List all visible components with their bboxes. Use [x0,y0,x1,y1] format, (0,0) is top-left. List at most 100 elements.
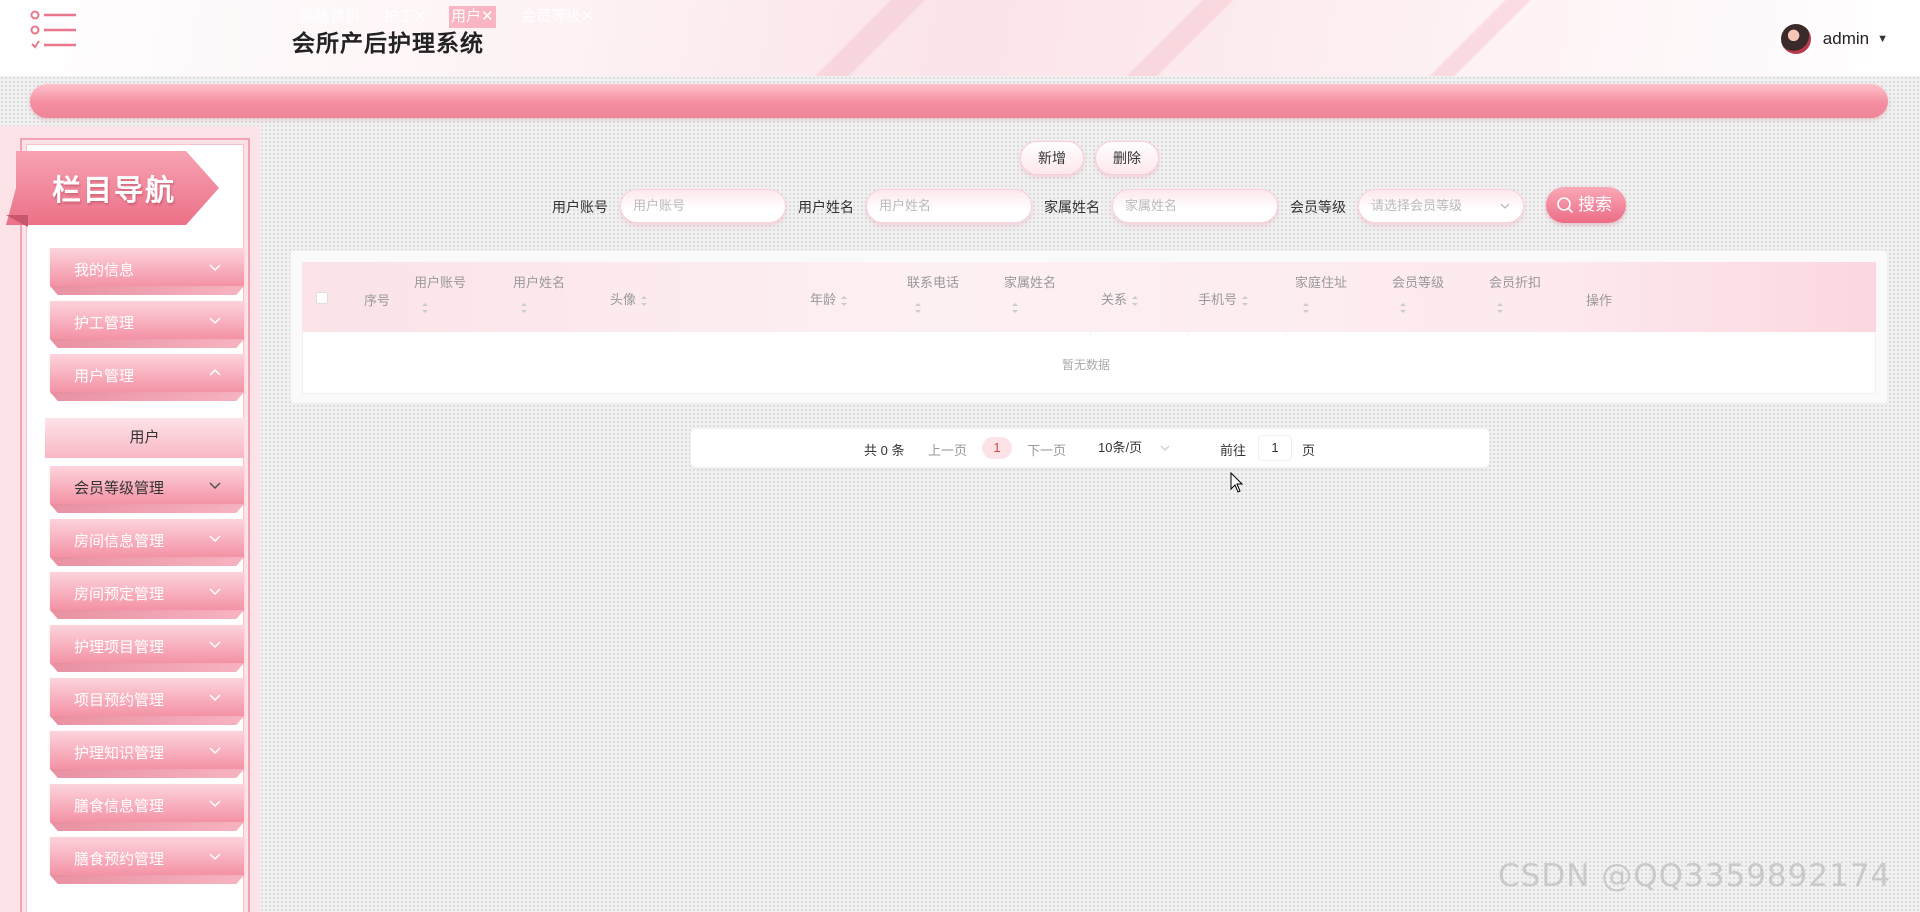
goto-page-input[interactable]: 1 [1258,435,1292,461]
column-header-relation[interactable]: 关系 [1101,289,1139,308]
header-decoration [720,0,1020,76]
sidebar-item-label: 护理项目管理 [74,639,165,656]
goto-label: 前往 [1220,443,1247,458]
sort-icon[interactable] [640,295,648,307]
sort-icon[interactable] [421,302,429,314]
menu-item-fold [50,339,244,348]
chevron-down-icon [209,853,221,861]
sidebar-item-label: 项目预约管理 [74,692,165,709]
page-unit-label: 页 [1302,443,1316,458]
prev-page-button[interactable]: 上一页 [928,440,967,459]
pagination-total: 共 0 条 [864,443,905,458]
header-decoration [1050,0,1310,76]
column-divider [1090,266,1091,336]
delete-button[interactable]: 删除 [1095,141,1159,175]
sidebar-item-project-booking-management[interactable]: 项目预约管理 [50,678,244,725]
menu-item-fold [50,822,244,831]
sidebar-item-user-management[interactable]: 用户管理 [50,354,244,401]
menu-item-fold [50,716,244,725]
column-divider [1286,266,1287,336]
search-button-label: 搜索 [1578,195,1612,214]
sort-icon[interactable] [520,302,528,314]
sidebar-item-room-booking-management[interactable]: 房间预定管理 [50,572,244,619]
sidebar-item-member-level-management[interactable]: 会员等级管理 [50,466,244,513]
sort-icon[interactable] [1011,302,1019,314]
sidebar-item-meal-info-management[interactable]: 膳食信息管理 [50,784,244,831]
header-decoration [1380,0,1580,76]
nav-title: 栏目导航 [52,175,177,207]
chevron-down-icon [209,747,221,755]
add-button[interactable]: 新增 [1020,141,1084,175]
chevron-down-icon [209,588,221,596]
sort-icon[interactable] [1302,302,1310,314]
sidebar-item-label: 膳食预约管理 [74,851,165,868]
sidebar-item-label: 我的信息 [74,262,135,279]
page-size-select[interactable]: 10条/页 [1092,434,1178,462]
column-header-actions: 操作 [1586,293,1613,308]
account-label: 用户账号 [552,199,608,215]
sidebar-item-label: 护工管理 [74,315,135,332]
account-search-input[interactable]: 用户账号 [620,189,786,223]
sort-icon[interactable] [1496,302,1504,314]
user-menu[interactable]: admin ▼ [1780,24,1888,54]
sort-icon[interactable] [840,295,848,307]
sort-icon[interactable] [1399,302,1407,314]
family-label: 家属姓名 [1044,199,1100,215]
sidebar-item-care-project-management[interactable]: 护理项目管理 [50,625,244,672]
sort-icon[interactable] [1241,295,1249,307]
sort-icon[interactable] [1131,295,1139,307]
chevron-down-icon [209,800,221,808]
sort-icon[interactable] [914,302,922,314]
select-all-checkbox[interactable] [316,292,328,304]
search-button[interactable]: 搜索 [1546,187,1626,223]
page-number-current[interactable]: 1 [982,437,1012,459]
caret-down-icon[interactable]: ▼ [1877,33,1888,45]
column-header-member-level[interactable]: 会员等级 [1392,272,1444,291]
sidebar-item-label: 房间信息管理 [74,533,165,550]
sidebar-item-my-info[interactable]: 我的信息 [50,248,244,295]
menu-item-fold [50,557,244,566]
sidebar-item-care-knowledge-management[interactable]: 护理知识管理 [50,731,244,778]
tabs-bar [30,84,1888,118]
column-header-family-name[interactable]: 家属姓名 [1004,272,1056,291]
app-title: 会所产后护理系统 [292,30,484,56]
column-header-phone[interactable]: 联系电话 [907,272,959,291]
search-icon [1557,197,1574,214]
chevron-down-icon [209,641,221,649]
family-search-input[interactable]: 家属姓名 [1112,189,1278,223]
tab-user[interactable]: 用户✕ [449,6,496,28]
top-header: 会所产后护理系统 admin ▼ [0,0,1920,76]
column-header-address[interactable]: 家庭住址 [1295,272,1347,291]
name-label: 用户姓名 [798,199,854,215]
sidebar-item-label: 会员等级管理 [74,480,165,497]
column-header-avatar[interactable]: 头像 [610,289,648,308]
column-header-mobile[interactable]: 手机号 [1198,289,1249,308]
sidebar-item-nurse-management[interactable]: 护工管理 [50,301,244,348]
watermark: CSDN @QQ3359892174 [1498,858,1892,894]
tab-member-level[interactable]: 会员等级✕ [519,6,596,28]
column-header-member-discount[interactable]: 会员折扣 [1489,272,1541,291]
sidebar-item-room-info-management[interactable]: 房间信息管理 [50,519,244,566]
chevron-down-icon [1160,445,1170,451]
level-select[interactable]: 请选择会员等级 [1358,189,1524,223]
avatar[interactable] [1780,24,1811,54]
chevron-down-icon [209,535,221,543]
chevron-down-icon [209,317,221,325]
sidebar-item-meal-booking-management[interactable]: 膳食预约管理 [50,837,244,884]
menu-item-fold [50,769,244,778]
menu-list-icon[interactable] [30,10,80,54]
menu-item-fold [50,610,244,619]
column-divider [1188,266,1189,336]
submenu-item-user[interactable]: 用户 [45,418,244,458]
tab-home[interactable]: 系统首页 [298,6,362,28]
column-header-account[interactable]: 用户账号 [414,272,466,291]
tab-nurse[interactable]: 护工✕ [382,6,429,28]
name-search-input[interactable]: 用户姓名 [866,189,1032,223]
next-page-button[interactable]: 下一页 [1027,440,1066,459]
level-select-placeholder: 请选择会员等级 [1371,198,1463,213]
user-name[interactable]: admin [1823,29,1869,49]
menu-item-fold [50,286,244,295]
column-header-name[interactable]: 用户姓名 [513,272,565,291]
menu-item-fold [50,504,244,513]
column-header-age[interactable]: 年龄 [810,289,848,308]
